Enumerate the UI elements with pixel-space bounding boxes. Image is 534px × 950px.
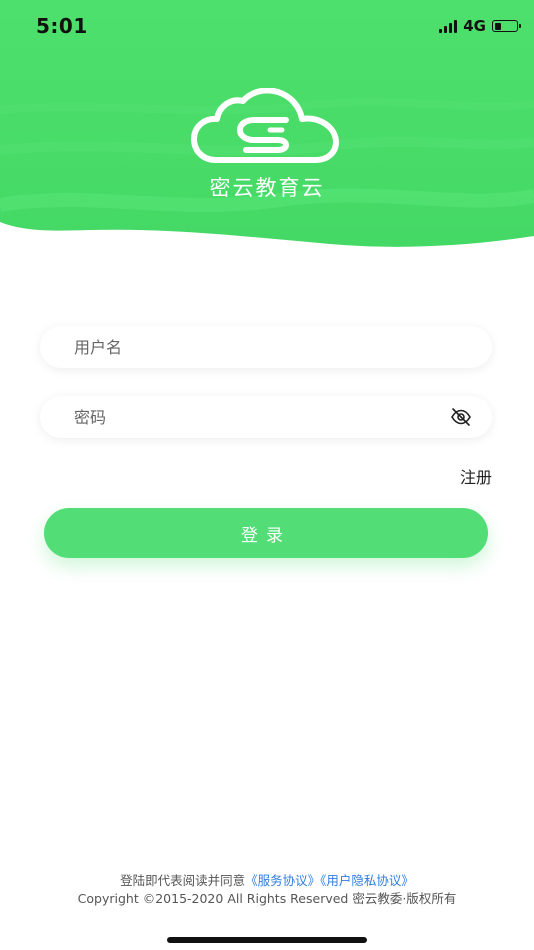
agreement-text: 登陆即代表阅读并同意《服务协议》《用户隐私协议》 xyxy=(0,870,534,889)
signal-icon xyxy=(439,19,458,33)
eye-slash-icon[interactable] xyxy=(450,407,472,427)
password-input[interactable] xyxy=(74,396,434,438)
service-agreement-link[interactable]: 《服务协议》 xyxy=(245,873,320,888)
app-name: 密云教育云 xyxy=(209,176,325,200)
cloud-logo-icon xyxy=(191,88,339,163)
login-button[interactable]: 登录 xyxy=(44,508,488,558)
copyright-text: Copyright ©2015-2020 All Rights Reserved… xyxy=(77,891,457,906)
battery-fill xyxy=(494,22,501,30)
status-indicators: 4G xyxy=(439,16,521,36)
privacy-agreement-link[interactable]: 《用户隐私协议》 xyxy=(320,873,414,888)
register-link[interactable]: 注册 xyxy=(460,464,492,488)
username-field xyxy=(40,326,492,368)
home-indicator[interactable] xyxy=(167,937,367,943)
network-type: 4G xyxy=(463,17,486,35)
agreement-prefix: 登陆即代表阅读并同意 xyxy=(120,873,246,888)
status-time: 5:01 xyxy=(36,14,88,38)
username-input[interactable] xyxy=(74,326,434,368)
battery-icon xyxy=(492,20,521,32)
login-screen: 5:01 4G 密云教育云 注册 登录 登陆即代 xyxy=(0,0,534,950)
status-bar: 5:01 4G xyxy=(0,0,534,52)
password-field xyxy=(40,396,492,438)
